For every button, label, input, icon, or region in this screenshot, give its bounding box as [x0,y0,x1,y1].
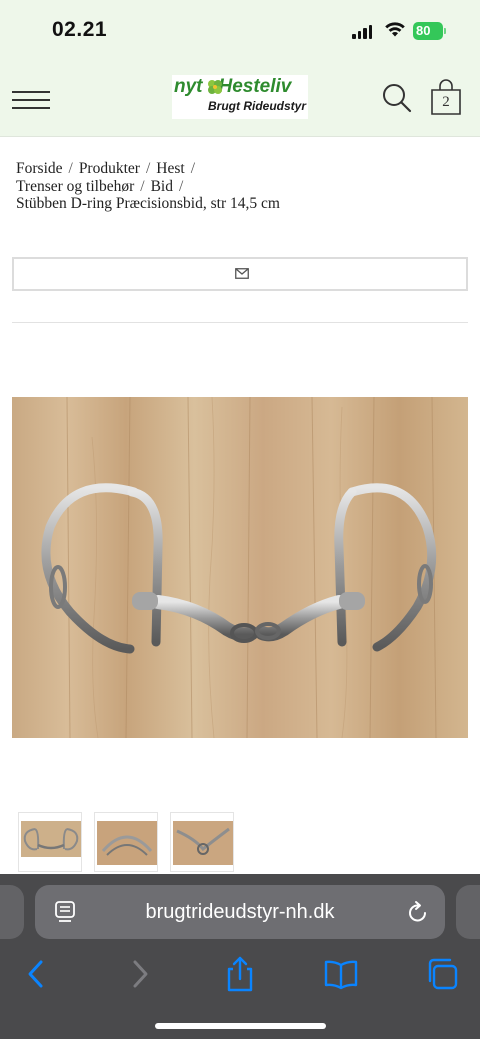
home-indicator[interactable] [155,1023,326,1029]
url-text: brugtrideudstyr-nh.dk [145,901,335,923]
chevron-right-icon[interactable] [120,954,160,994]
product-image[interactable] [12,397,468,738]
breadcrumb: Forside / Produkter / Hest / Trenser og tilbe… [16,160,280,212]
breadcrumb-link-trenser[interactable]: Trenser og tilbehør [16,178,134,195]
logo-tagline: Brugt Rideudstyr [208,99,307,113]
previous-tab-peek[interactable] [0,885,24,939]
cart-count: 2 [442,94,450,110]
tabs-icon[interactable] [422,954,462,994]
divider [12,322,468,323]
thumbnail-3[interactable] [170,812,234,872]
wifi-icon [385,22,405,37]
reload-icon[interactable] [407,900,429,924]
breadcrumb-current: Stübben D-ring Præcisionsbid, str 14,5 c… [16,195,280,212]
search-icon[interactable] [382,82,412,114]
cellular-signal-icon [352,24,372,39]
browser-toolbar: brugtrideudstyr-nh.dk [0,874,480,1039]
site-logo[interactable]: nyt Hesteliv Brugt Rideudstyr [172,75,308,119]
chevron-left-icon[interactable] [16,954,56,994]
breadcrumb-link-forside[interactable]: Forside [16,160,63,177]
address-bar[interactable]: brugtrideudstyr-nh.dk [35,885,445,939]
battery-level: 80 [413,22,443,40]
thumbnail-2[interactable] [94,812,158,872]
share-icon[interactable] [220,954,260,994]
hamburger-icon[interactable] [12,89,50,111]
site-header: nyt Hesteliv Brugt Rideudstyr 2 [0,62,480,137]
thumbnail-1[interactable] [18,812,82,872]
browser-nav-row [0,954,480,994]
thumbnail-gallery [18,812,248,872]
battery-icon: 80 [413,22,446,40]
email-share-button[interactable] [12,257,468,291]
envelope-icon [235,268,249,279]
status-time: 02.21 [52,18,108,41]
next-tab-peek[interactable] [456,885,480,939]
status-bar: 02.21 80 [0,0,480,62]
clover-icon [208,80,222,94]
breadcrumb-link-produkter[interactable]: Produkter [79,160,140,177]
logo-wordmark: nyt Hesteliv [174,76,292,97]
breadcrumb-link-bid[interactable]: Bid [151,178,173,195]
breadcrumb-link-hest[interactable]: Hest [156,160,184,177]
page: 02.21 80 nyt Hesteliv Brugt Rideudstyr 2… [0,0,480,1039]
shopping-bag-icon[interactable]: 2 [430,78,462,116]
book-icon[interactable] [321,954,361,994]
